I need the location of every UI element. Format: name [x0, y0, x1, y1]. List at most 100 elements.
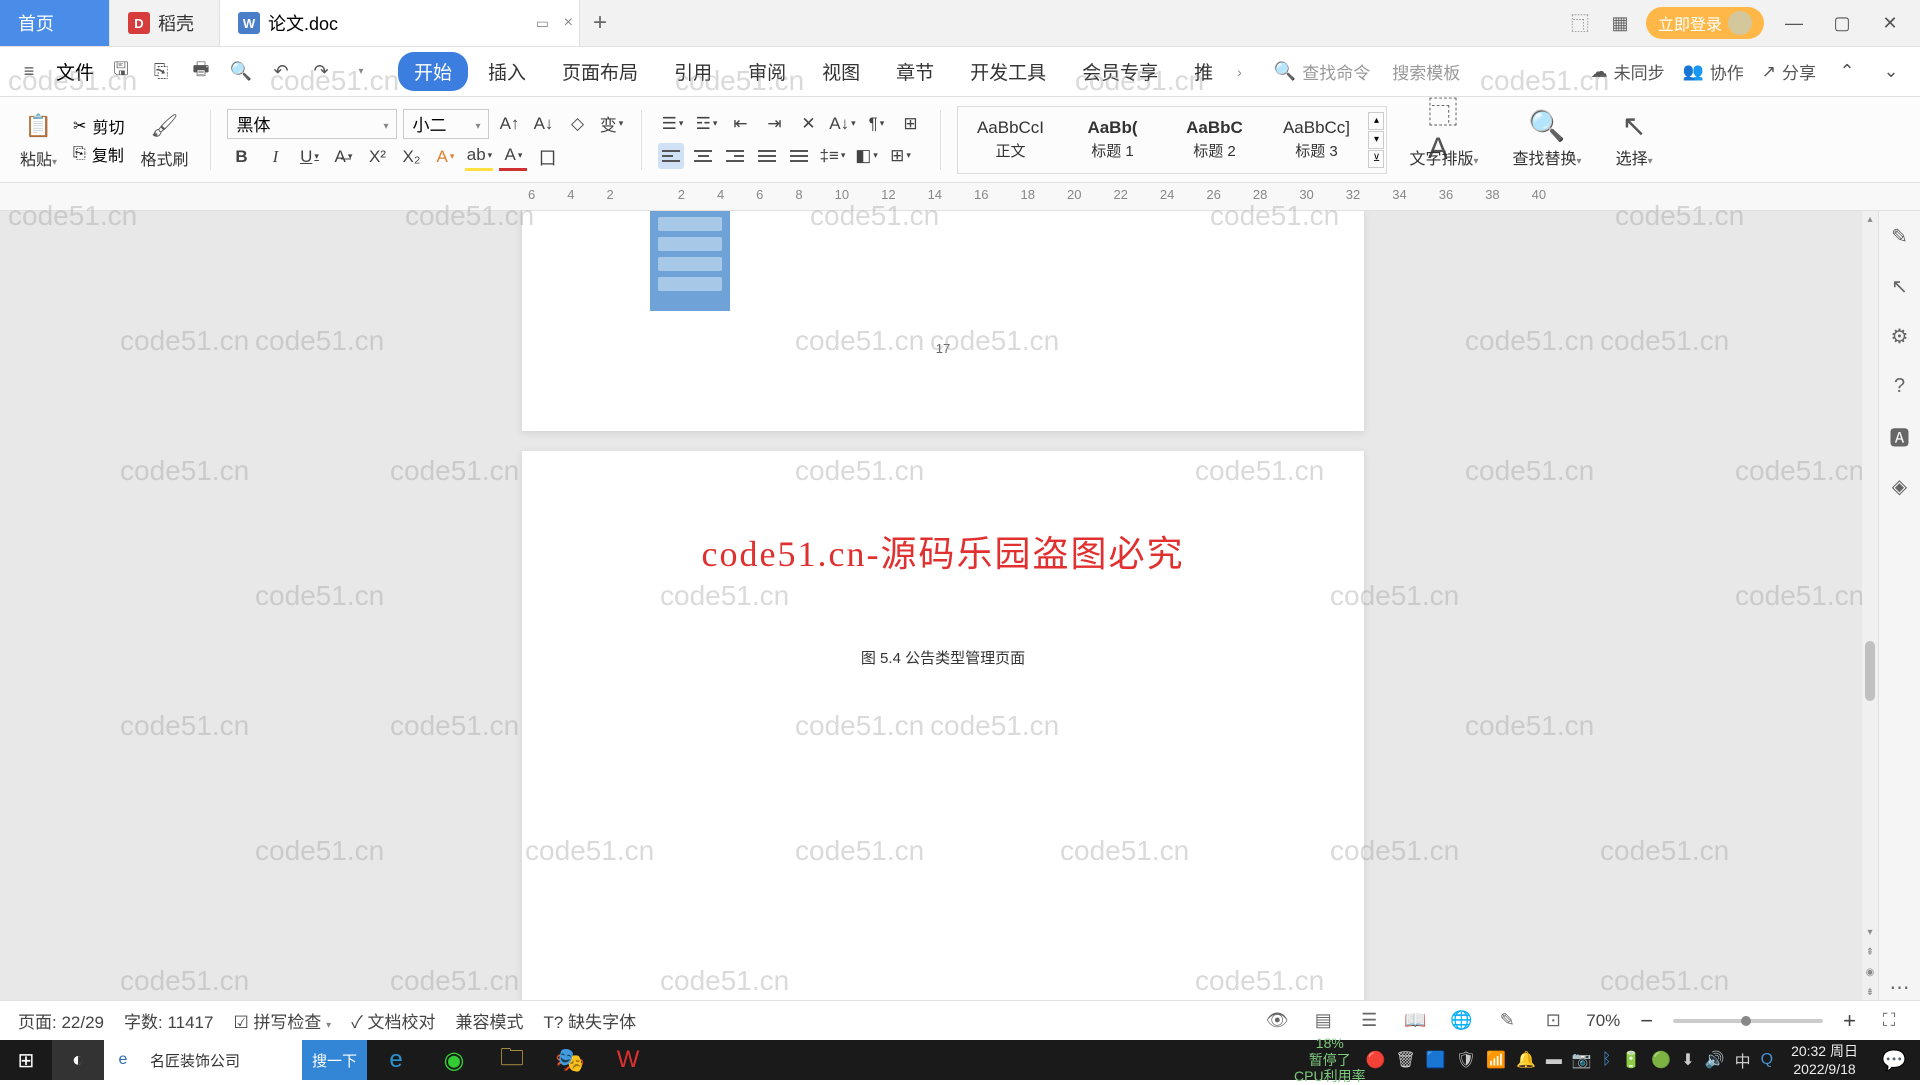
- volume-icon[interactable]: 🔊: [1705, 1050, 1725, 1070]
- doc-proof[interactable]: ✓ 文档校对: [351, 1008, 435, 1033]
- char-border-icon[interactable]: 囗: [533, 143, 561, 171]
- find-replace-button[interactable]: 🔍 查找替换: [1501, 111, 1594, 169]
- undo-icon[interactable]: ↶: [268, 59, 294, 85]
- grow-font-icon[interactable]: A↑: [495, 110, 523, 138]
- tab-docer[interactable]: D 稻壳: [110, 0, 220, 46]
- tray-icon[interactable]: 🛡: [1456, 1050, 1476, 1070]
- style-up-icon[interactable]: ▴: [1368, 112, 1384, 130]
- tab-document[interactable]: W 论文.doc ▭ ×: [220, 0, 580, 46]
- app-ie[interactable]: e: [367, 1040, 425, 1080]
- save-icon[interactable]: 🖫: [108, 59, 134, 85]
- tab-devtools[interactable]: 开发工具: [954, 52, 1062, 91]
- collapse-ribbon-icon[interactable]: ⌃: [1834, 59, 1860, 85]
- login-button[interactable]: 立即登录: [1646, 7, 1764, 39]
- cpu-widget[interactable]: 18% 暂停了 CPU利用率: [1294, 1035, 1366, 1085]
- text-layout-button[interactable]: ⿹A 文字排版: [1397, 111, 1490, 169]
- diamond-tool-icon[interactable]: ◈: [1887, 473, 1913, 499]
- ruler[interactable]: 642246810121416182022242628303234363840: [0, 183, 1920, 211]
- notification-icon[interactable]: 🔔: [1516, 1050, 1536, 1070]
- sort-icon[interactable]: A↓: [828, 110, 856, 138]
- paste-icon[interactable]: 📋: [23, 110, 55, 142]
- page-indicator[interactable]: 页面: 22/29: [18, 1008, 104, 1033]
- tab-home[interactable]: 首页: [0, 0, 110, 46]
- action-center-icon[interactable]: 💬: [1868, 1040, 1920, 1080]
- tab-restore-icon[interactable]: ▭: [536, 15, 549, 32]
- asian-layout-icon[interactable]: ✕: [794, 110, 822, 138]
- format-painter-label[interactable]: 格式刷: [140, 146, 188, 170]
- align-left-icon[interactable]: [658, 143, 684, 169]
- zoom-thumb[interactable]: [1741, 1016, 1751, 1026]
- font-family-select[interactable]: 黑体: [227, 109, 397, 139]
- increase-indent-icon[interactable]: ⇥: [760, 110, 788, 138]
- battery-icon[interactable]: 🔋: [1621, 1050, 1641, 1070]
- tab-view[interactable]: 视图: [806, 52, 876, 91]
- apps-icon[interactable]: ▦: [1606, 9, 1634, 37]
- goto-icon[interactable]: ◉: [1862, 964, 1878, 980]
- style-heading2[interactable]: AaBbC标题 2: [1164, 109, 1264, 171]
- align-right-icon[interactable]: [722, 143, 748, 169]
- tab-close-icon[interactable]: ×: [564, 14, 573, 32]
- decrease-indent-icon[interactable]: ⇤: [726, 110, 754, 138]
- export-icon[interactable]: ⎘: [148, 59, 174, 85]
- edit-mode-icon[interactable]: ✎: [1494, 1008, 1520, 1034]
- start-button[interactable]: ⊞: [0, 1040, 52, 1080]
- brush-icon[interactable]: 🖌: [148, 110, 180, 142]
- style-heading3[interactable]: AaBbCc]标题 3: [1266, 109, 1366, 171]
- scroll-up-icon[interactable]: ▴: [1862, 211, 1878, 227]
- tray-icon[interactable]: 🟦: [1426, 1050, 1446, 1070]
- compat-mode[interactable]: 兼容模式: [456, 1008, 524, 1033]
- eye-icon[interactable]: 👁: [1264, 1008, 1290, 1034]
- word-count[interactable]: 字数: 11417: [124, 1008, 213, 1033]
- pen-tool-icon[interactable]: ✎: [1887, 223, 1913, 249]
- tray-icon[interactable]: 📷: [1572, 1050, 1592, 1070]
- web-view-icon[interactable]: 🌐: [1448, 1008, 1474, 1034]
- file-menu[interactable]: 文件: [56, 58, 94, 85]
- cut-button[interactable]: ✂剪切: [73, 114, 124, 138]
- subscript-button[interactable]: X₂: [397, 143, 425, 171]
- share-button[interactable]: ↗分享: [1762, 59, 1816, 84]
- font-size-select[interactable]: 小二: [403, 109, 489, 139]
- qat-more-icon[interactable]: [348, 59, 374, 85]
- tray-icon[interactable]: 🗑: [1396, 1050, 1416, 1070]
- tab-start[interactable]: 开始: [398, 52, 468, 91]
- maximize-button[interactable]: ▢: [1824, 13, 1860, 34]
- zoom-value[interactable]: 70%: [1586, 1011, 1620, 1031]
- highlight-icon[interactable]: ab: [465, 143, 493, 171]
- close-button[interactable]: ✕: [1872, 13, 1908, 34]
- layout-icon[interactable]: ⿹: [1566, 9, 1594, 37]
- style-heading1[interactable]: AaBb(标题 1: [1062, 109, 1162, 171]
- fullscreen-icon[interactable]: ⛶: [1876, 1008, 1902, 1034]
- vertical-scrollbar[interactable]: ▴ ▾ ⇞ ◉ ⇟: [1862, 211, 1878, 1000]
- app-wps[interactable]: W: [599, 1040, 657, 1080]
- redo-icon[interactable]: ↷: [308, 59, 334, 85]
- document-area[interactable]: 17 code51.cn-源码乐园盗图必究 图 5.4 公告类型管理页面: [0, 211, 1896, 1000]
- app-360[interactable]: ◉: [425, 1040, 483, 1080]
- zoom-fit-icon[interactable]: ⊡: [1540, 1008, 1566, 1034]
- scroll-thumb[interactable]: [1865, 641, 1875, 701]
- bluetooth-icon[interactable]: ᛒ: [1602, 1051, 1612, 1069]
- next-page-icon[interactable]: ⇟: [1862, 984, 1878, 1000]
- ime-icon[interactable]: 中: [1735, 1048, 1751, 1072]
- shrink-font-icon[interactable]: A↓: [529, 110, 557, 138]
- tab-stops-icon[interactable]: ⊞: [896, 110, 924, 138]
- tray-icon[interactable]: 🟢: [1651, 1050, 1671, 1070]
- zoom-out-button[interactable]: −: [1640, 1008, 1653, 1034]
- align-distribute-icon[interactable]: [786, 143, 812, 169]
- app-explorer[interactable]: 🗀: [483, 1040, 541, 1080]
- tray-icon[interactable]: Q: [1761, 1051, 1773, 1069]
- search-submit[interactable]: 搜一下: [302, 1040, 367, 1080]
- style-down-icon[interactable]: ▾: [1368, 131, 1384, 149]
- tab-insert[interactable]: 插入: [472, 52, 542, 91]
- cursor-tool-icon[interactable]: ↖: [1887, 273, 1913, 299]
- tab-more[interactable]: 推: [1178, 52, 1229, 91]
- collab-button[interactable]: 👥协作: [1683, 59, 1744, 84]
- sync-status[interactable]: ☁未同步: [1591, 59, 1665, 84]
- tab-chapter[interactable]: 章节: [880, 52, 950, 91]
- align-justify-icon[interactable]: [754, 143, 780, 169]
- tab-layout[interactable]: 页面布局: [546, 52, 654, 91]
- paste-label[interactable]: 粘贴: [20, 146, 57, 170]
- text-effects-icon[interactable]: A: [431, 143, 459, 171]
- cortana-icon[interactable]: ◐: [52, 1040, 104, 1080]
- more-tools-icon[interactable]: ⋯: [1887, 974, 1913, 1000]
- command-search[interactable]: 🔍 查找命令: [1274, 59, 1370, 84]
